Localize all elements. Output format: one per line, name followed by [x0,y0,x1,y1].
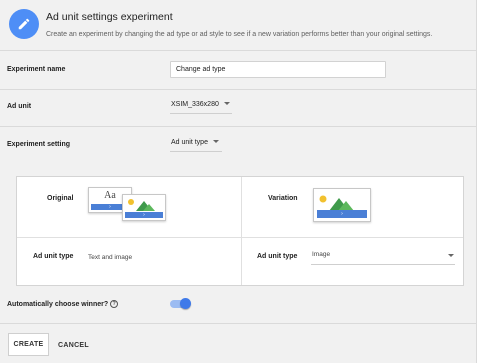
create-button[interactable]: CREATE [8,333,49,356]
experiment-setting-label: Experiment setting [7,141,71,148]
dropdown-arrow-icon [212,139,219,143]
original-label: Original [47,195,74,202]
image-ad-variation-thumbnail: › [313,188,371,222]
experiment-name-label: Experiment name [7,66,66,73]
chevron-right-icon: › [341,211,343,217]
auto-winner-toggle[interactable] [180,298,191,309]
divider [0,89,477,90]
dropdown-arrow-icon [223,101,230,105]
page-title: Ad unit settings experiment [46,11,173,23]
experiment-setting-value: Ad unit type [171,139,208,146]
experiment-setting-underline [170,151,222,152]
experiment-name-input[interactable]: Change ad type [170,61,386,78]
card-divider-horizontal [17,237,463,238]
variation-ad-unit-type-label: Ad unit type [257,253,298,260]
ad-unit-label: Ad unit [7,103,32,110]
image-ad-thumbnail: › [122,194,166,221]
divider [0,50,477,51]
divider [0,323,477,324]
ad-button-bar: › [317,210,367,218]
original-ad-unit-type-value: Text and image [88,254,133,261]
experiment-setting-select[interactable]: Ad unit type [171,139,219,146]
card-divider-vertical [241,177,242,285]
variation-select-underline [311,264,455,265]
comparison-card: Original Aa › › Variation › Ad unit type… [16,176,464,286]
landscape-image-icon [128,199,155,211]
pencil-icon [9,9,39,39]
chevron-right-icon: › [143,212,145,218]
auto-winner-label: Automatically choose winner?? [7,300,119,308]
dropdown-arrow-icon [448,254,454,257]
header: Ad unit settings experiment Create an ex… [0,0,477,50]
dialog: Ad unit settings experiment Create an ex… [0,0,477,363]
variation-ad-unit-type-value: Image [312,251,331,258]
ad-unit-value: XSIM_336x280 [171,101,219,108]
page-subtitle: Create an experiment by changing the ad … [46,31,433,38]
divider [0,126,477,127]
ad-unit-underline [170,113,232,114]
ad-unit-select[interactable]: XSIM_336x280 [171,101,230,108]
cancel-button[interactable]: CANCEL [58,342,89,349]
auto-winner-text: Automatically choose winner? [7,301,109,308]
chevron-right-icon: › [109,204,111,210]
ad-button-bar: › [125,212,163,218]
variation-ad-unit-type-select[interactable]: Image [312,251,454,258]
variation-label: Variation [268,195,298,202]
help-icon[interactable]: ? [110,300,119,308]
original-ad-unit-type-label: Ad unit type [33,253,74,260]
